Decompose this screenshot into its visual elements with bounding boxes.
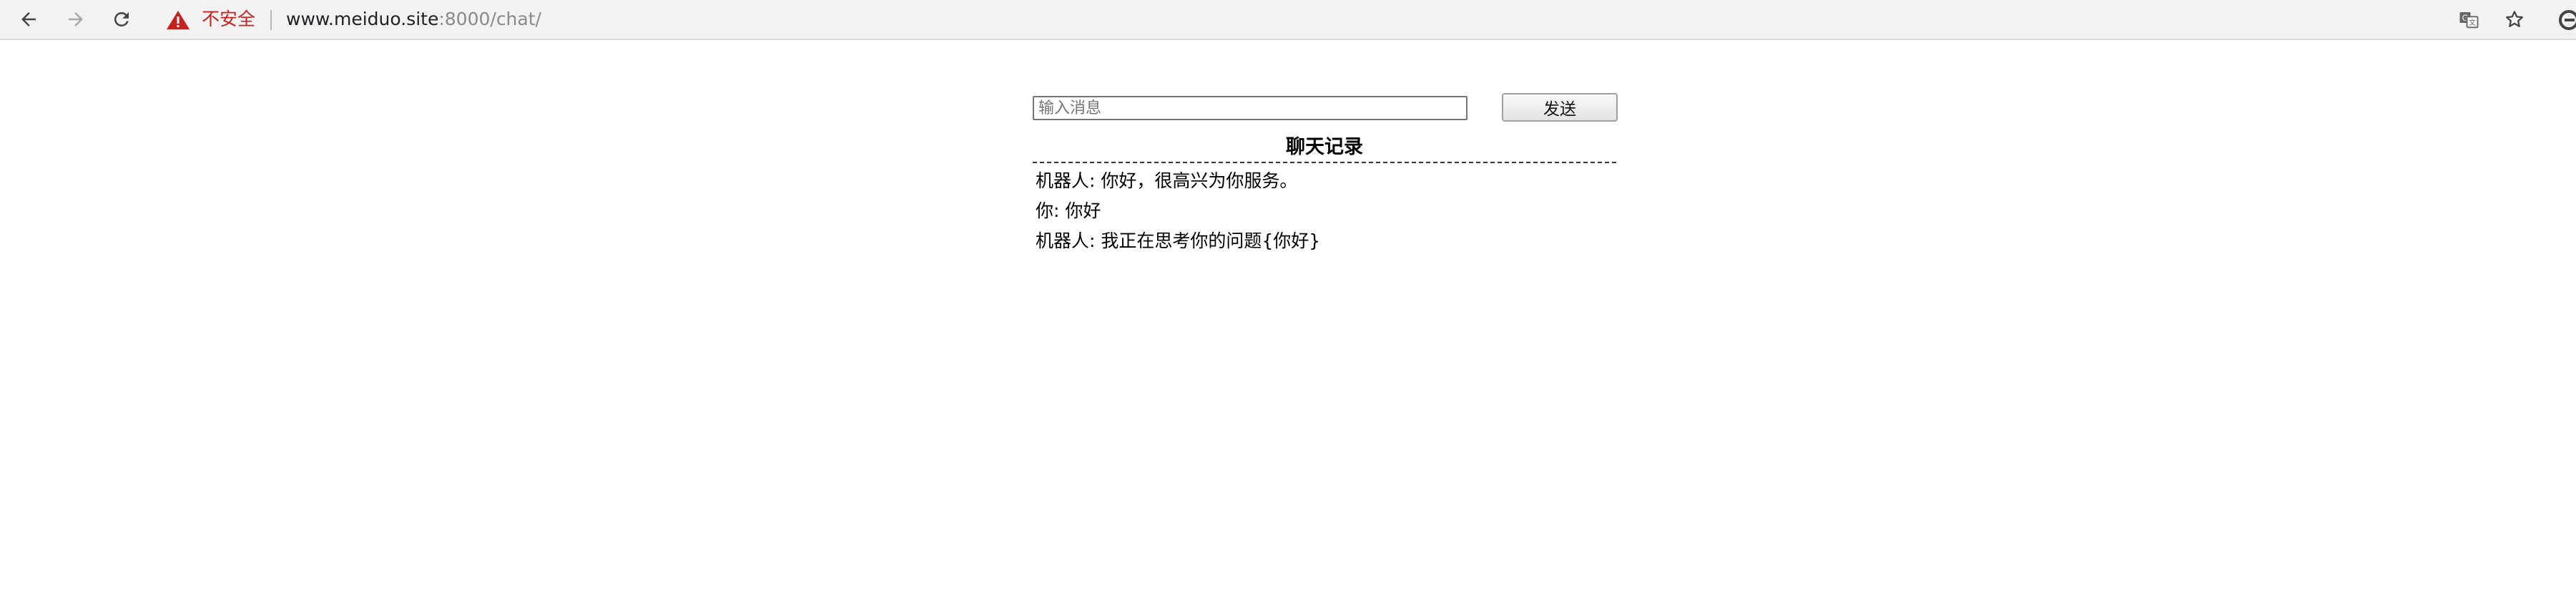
translate-icon: G 文 [2459, 12, 2479, 29]
address-bar[interactable]: www.meiduo.site:8000/chat/ [286, 7, 541, 31]
translate-button[interactable]: G 文 [2454, 5, 2483, 34]
chat-message: 你: 你好 [1036, 200, 1101, 221]
chat-message: 机器人: 你好，很高兴为你服务。 [1036, 170, 1298, 191]
message-list: 机器人: 你好，很高兴为你服务。 你: 你好 机器人: 我正在思考你的问题{你好… [1036, 166, 1616, 256]
url-host: www.meiduo.site [286, 9, 439, 29]
message-input[interactable] [1033, 96, 1468, 120]
arrow-left-icon [21, 12, 36, 26]
reload-icon [114, 11, 129, 26]
bookmark-button[interactable] [2500, 5, 2529, 34]
star-icon [2506, 11, 2523, 27]
svg-text:文: 文 [2469, 18, 2476, 27]
send-button[interactable]: 发送 [1502, 93, 1618, 122]
history-divider [1033, 162, 1616, 163]
extension-button[interactable] [2555, 6, 2576, 34]
extension-icon [2559, 10, 2576, 30]
browser-toolbar: 不安全 www.meiduo.site:8000/chat/ G 文 [0, 0, 2576, 40]
forward-button[interactable] [62, 5, 90, 34]
back-button[interactable] [14, 5, 43, 34]
security-status-label[interactable]: 不安全 [202, 7, 255, 31]
chat-history-title: 聊天记录 [1286, 136, 1363, 158]
arrow-right-icon [69, 12, 83, 26]
reload-button[interactable] [107, 5, 136, 34]
url-path: :8000/chat/ [438, 9, 541, 29]
warning-triangle-icon[interactable] [166, 10, 190, 30]
address-separator [270, 10, 272, 30]
chat-message: 机器人: 我正在思考你的问题{你好} [1036, 230, 1321, 251]
